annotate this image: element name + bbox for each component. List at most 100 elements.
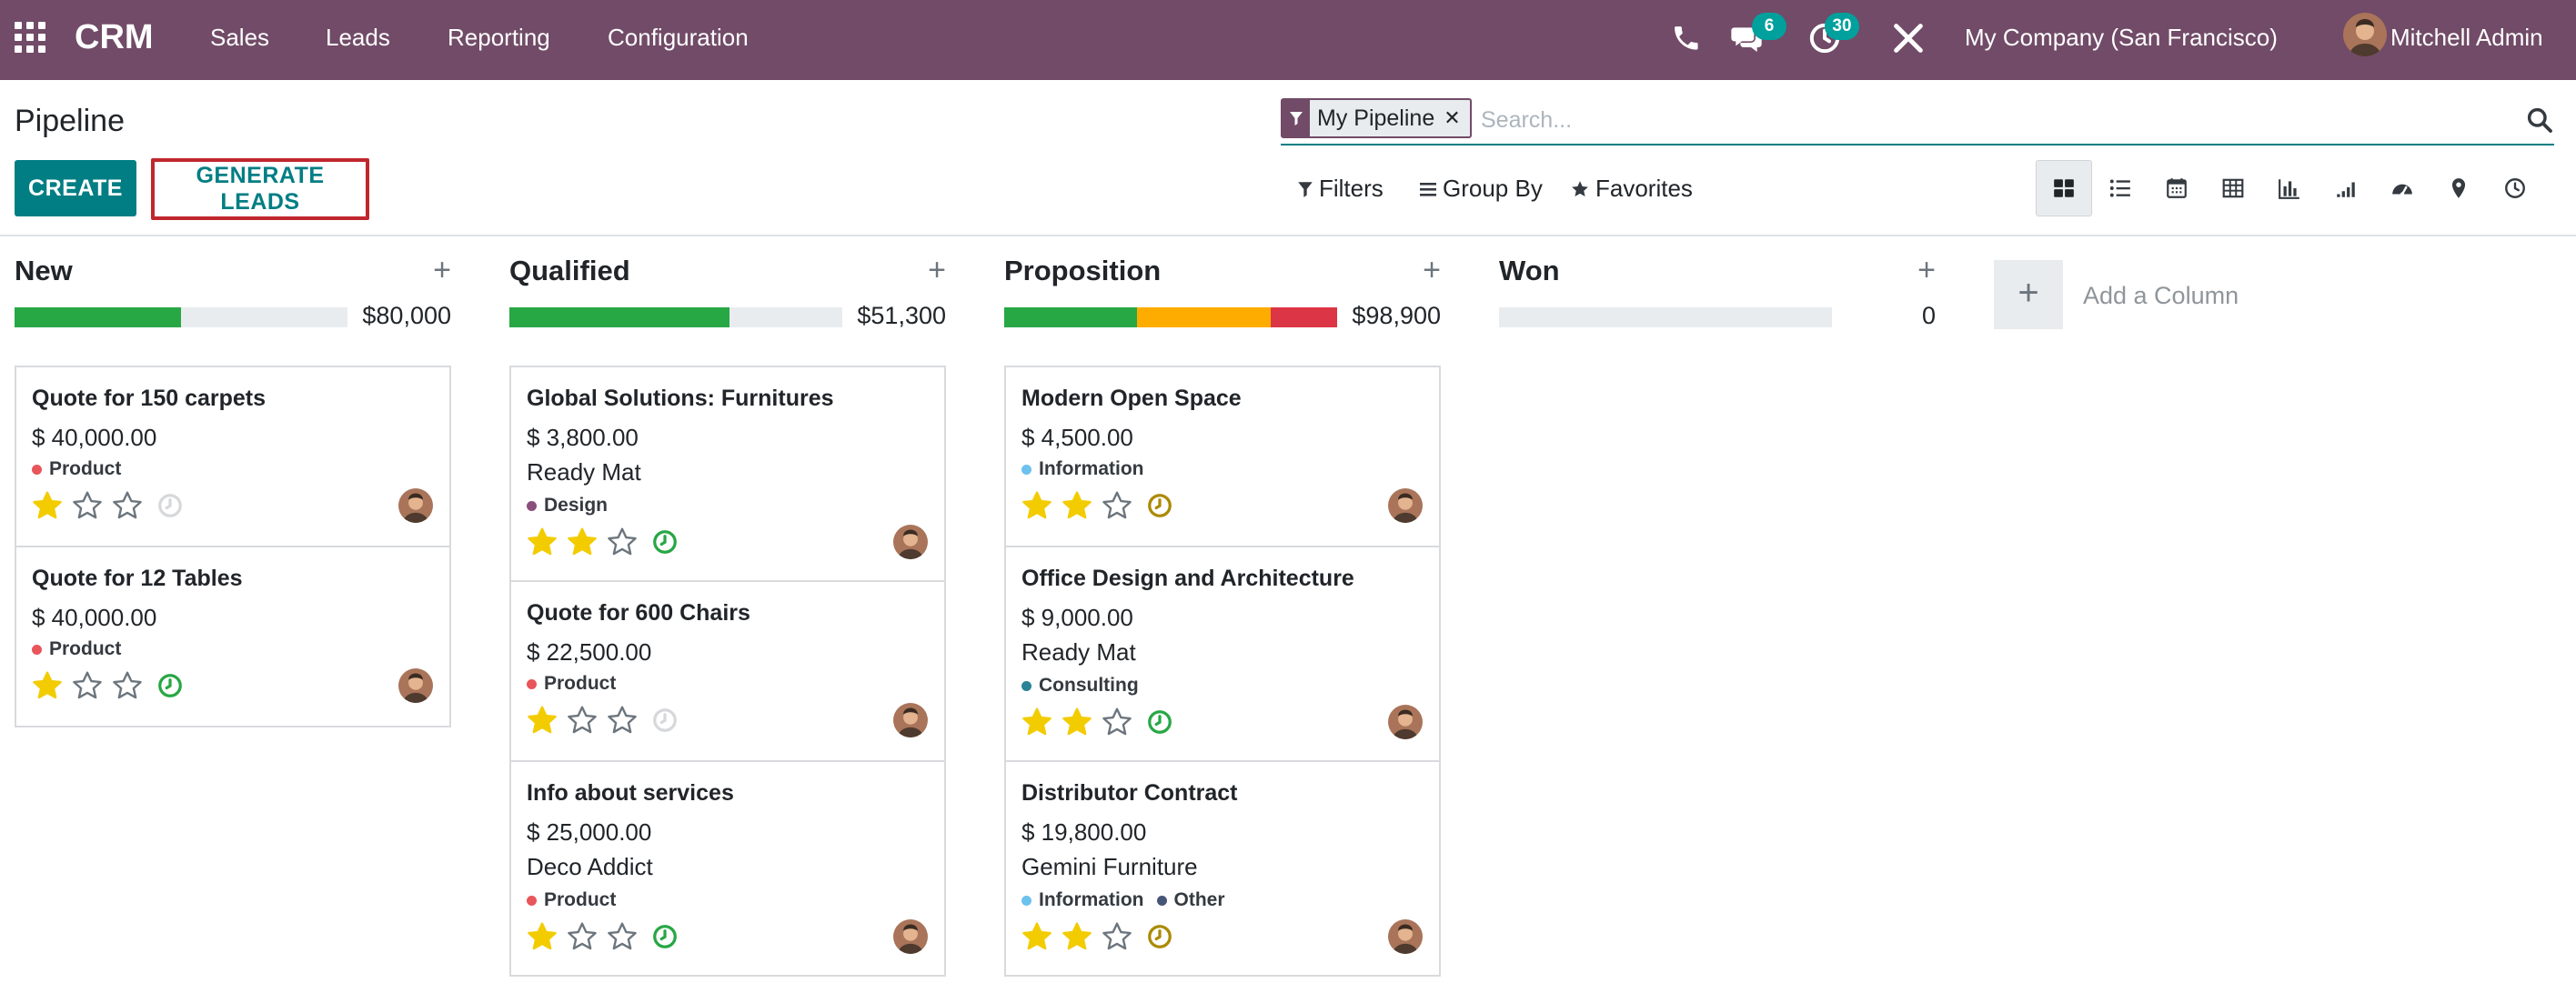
column-progress-bar[interactable] [509, 307, 842, 327]
priority-star-icon[interactable] [1061, 706, 1093, 738]
priority-star-icon[interactable] [606, 526, 639, 558]
messages-badge: 6 [1752, 13, 1786, 40]
priority-star-icon[interactable] [566, 526, 599, 558]
menu-leads[interactable]: Leads [326, 24, 390, 52]
quick-create-plus-icon[interactable]: + [433, 253, 451, 288]
tag-label: Product [49, 638, 122, 659]
priority-stars[interactable] [526, 704, 639, 737]
phone-icon[interactable] [1668, 20, 1705, 56]
app-menu-icon[interactable] [15, 22, 45, 53]
activity-clock-icon[interactable] [1146, 708, 1173, 736]
priority-stars[interactable] [1021, 706, 1133, 738]
priority-star-icon[interactable] [566, 920, 599, 953]
kanban-card[interactable]: Global Solutions: Furnitures $ 3,800.00 Re… [509, 366, 946, 582]
priority-star-icon[interactable] [606, 704, 639, 737]
priority-star-icon[interactable] [1021, 706, 1053, 738]
priority-star-icon[interactable] [111, 489, 144, 522]
activity-clock-icon[interactable] [156, 672, 184, 699]
priority-star-icon[interactable] [1021, 920, 1053, 953]
menu-reporting[interactable]: Reporting [448, 24, 550, 52]
quick-create-plus-icon[interactable]: + [1423, 253, 1441, 288]
priority-stars[interactable] [31, 669, 144, 702]
activity-view-button[interactable] [2487, 160, 2543, 216]
map-view-button[interactable] [2430, 160, 2487, 216]
search-input[interactable] [1479, 102, 2480, 138]
progress-segment[interactable] [1270, 307, 1337, 327]
app-name[interactable]: CRM [75, 18, 154, 57]
priority-star-icon[interactable] [526, 920, 558, 953]
progress-segment[interactable] [1004, 307, 1138, 327]
priority-star-icon[interactable] [526, 526, 558, 558]
kanban-card[interactable]: Distributor Contract $ 19,800.00 Gemini Fu… [1004, 760, 1441, 977]
priority-star-icon[interactable] [71, 489, 104, 522]
pivot-view-button[interactable] [2205, 160, 2261, 216]
favorites-button[interactable]: Favorites [1570, 175, 1693, 203]
create-button[interactable]: CREATE [15, 160, 136, 216]
search-facet[interactable]: My Pipeline ✕ [1281, 98, 1472, 138]
priority-star-icon[interactable] [31, 489, 64, 522]
column-title[interactable]: New [15, 255, 73, 287]
priority-star-icon[interactable] [606, 920, 639, 953]
menu-sales[interactable]: Sales [210, 24, 269, 52]
priority-star-icon[interactable] [526, 704, 558, 737]
facet-remove-icon[interactable]: ✕ [1444, 100, 1469, 136]
priority-stars[interactable] [526, 920, 639, 953]
kanban-view-button[interactable] [2036, 160, 2092, 216]
dashboard-view-button[interactable] [2374, 160, 2430, 216]
list-icon [2109, 179, 2130, 197]
user-avatar[interactable] [2343, 13, 2387, 56]
priority-star-icon[interactable] [1061, 489, 1093, 522]
priority-stars[interactable] [526, 526, 639, 558]
kanban-card[interactable]: Quote for 600 Chairs $ 22,500.00 Product [509, 580, 946, 762]
priority-stars[interactable] [1021, 489, 1133, 522]
graph-view-button[interactable] [2261, 160, 2318, 216]
priority-star-icon[interactable] [1101, 920, 1133, 953]
add-column-button[interactable]: + Add a Column [1994, 260, 2267, 329]
kanban-card[interactable]: Office Design and Architecture $ 9,000.00… [1004, 546, 1441, 762]
company-switcher[interactable]: My Company (San Francisco) [1965, 24, 2278, 52]
priority-star-icon[interactable] [1061, 920, 1093, 953]
kanban-card[interactable]: Quote for 150 carpets $ 40,000.00 Product [15, 366, 451, 547]
priority-star-icon[interactable] [71, 669, 104, 702]
column-progress-bar[interactable] [15, 307, 347, 327]
list-view-button[interactable] [2092, 160, 2148, 216]
column-progress-bar[interactable] [1004, 307, 1337, 327]
kanban-card[interactable]: Modern Open Space $ 4,500.00 Information [1004, 366, 1441, 547]
kanban-card[interactable]: Info about services $ 25,000.00 Deco Addic… [509, 760, 946, 977]
progress-segment[interactable] [15, 307, 181, 327]
filters-button[interactable]: Filters [1297, 175, 1384, 203]
kanban-card[interactable]: Quote for 12 Tables $ 40,000.00 Product [15, 546, 451, 727]
priority-star-icon[interactable] [111, 669, 144, 702]
column-title[interactable]: Qualified [509, 255, 630, 287]
activity-clock-icon[interactable] [1146, 923, 1173, 950]
priority-star-icon[interactable] [31, 669, 64, 702]
column-title[interactable]: Won [1499, 255, 1560, 287]
progress-segment[interactable] [509, 307, 730, 327]
priority-star-icon[interactable] [566, 704, 599, 737]
activity-clock-icon[interactable] [651, 528, 679, 556]
activity-clock-icon[interactable] [1146, 492, 1173, 519]
tools-icon[interactable] [1890, 20, 1927, 56]
priority-star-icon[interactable] [1021, 489, 1053, 522]
menu-configuration[interactable]: Configuration [608, 24, 749, 52]
table-icon [2222, 178, 2244, 198]
priority-star-icon[interactable] [1101, 489, 1133, 522]
activity-clock-icon[interactable] [651, 707, 679, 734]
activity-clock-icon[interactable] [651, 923, 679, 950]
user-menu[interactable]: Mitchell Admin [2390, 24, 2543, 52]
column-title[interactable]: Proposition [1004, 255, 1161, 287]
generate-leads-button[interactable]: GENERATE LEADS [151, 158, 369, 220]
quick-create-plus-icon[interactable]: + [928, 253, 946, 288]
priority-star-icon[interactable] [1101, 706, 1133, 738]
tag-color-dot [1021, 464, 1031, 475]
activity-clock-icon[interactable] [156, 492, 184, 519]
quick-create-plus-icon[interactable]: + [1917, 253, 1936, 288]
search-icon[interactable] [2525, 105, 2554, 135]
priority-stars[interactable] [1021, 920, 1133, 953]
progress-segment[interactable] [1137, 307, 1271, 327]
cohort-view-button[interactable] [2318, 160, 2374, 216]
calendar-view-button[interactable] [2148, 160, 2205, 216]
group-by-button[interactable]: Group By [1419, 175, 1543, 203]
column-progress-bar[interactable] [1499, 307, 1832, 327]
priority-stars[interactable] [31, 489, 144, 522]
